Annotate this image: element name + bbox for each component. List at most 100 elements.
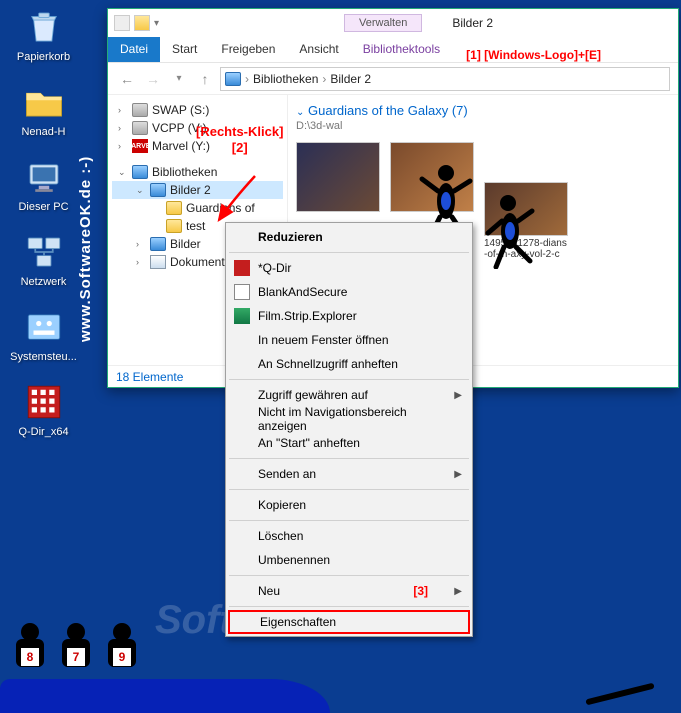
context-menu-item[interactable]: Nicht im Navigationsbereich anzeigen — [228, 407, 470, 431]
tab-file[interactable]: Datei — [108, 37, 160, 62]
nav-back-button[interactable]: ← — [116, 68, 138, 90]
annotation-1: [1] [Windows-Logo]+[E] — [452, 48, 601, 62]
context-menu-item[interactable]: Kopieren — [228, 493, 470, 517]
chevron-down-icon[interactable]: ⌄ — [118, 167, 128, 178]
address-bar[interactable]: › Bibliotheken › Bilder 2 — [220, 67, 670, 91]
breadcrumb-root[interactable]: Bibliotheken — [253, 72, 318, 86]
qat-button[interactable] — [114, 15, 130, 31]
tree-item-libraries[interactable]: ⌄ Bibliotheken — [112, 163, 283, 181]
context-menu-label: Nicht im Navigationsbereich anzeigen — [258, 405, 444, 433]
ribbon-tabs: Datei Start Freigeben Ansicht Bibliothek… — [108, 37, 678, 63]
desktop-icon-control-panel[interactable]: Systemsteu... — [6, 306, 81, 363]
library-icon — [150, 183, 166, 197]
chevron-right-icon[interactable]: › — [136, 257, 146, 267]
tree-item-folder[interactable]: Guardians of — [112, 199, 283, 217]
juror-score: 8 — [20, 647, 40, 667]
context-menu-item[interactable]: Eigenschaften — [228, 610, 470, 634]
tree-label: Dokumente — [170, 255, 231, 269]
tab-view[interactable]: Ansicht — [287, 37, 350, 62]
context-menu-item[interactable]: Senden an▶ — [228, 462, 470, 486]
tab-start[interactable]: Start — [160, 37, 209, 62]
chevron-right-icon[interactable]: › — [118, 123, 128, 133]
nav-up-button[interactable]: ↑ — [194, 68, 216, 90]
desktop-icon-this-pc[interactable]: Dieser PC — [6, 156, 81, 213]
context-menu-separator — [229, 575, 469, 576]
context-menu-label: Kopieren — [258, 498, 306, 512]
context-menu-label: *Q-Dir — [258, 261, 291, 275]
tree-label: Bibliotheken — [152, 165, 217, 179]
juror-figure: 9 — [100, 623, 144, 683]
desktop-label: Dieser PC — [18, 201, 68, 213]
film-icon — [234, 308, 250, 324]
context-menu-item[interactable]: In neuem Fenster öffnen — [228, 328, 470, 352]
breadcrumb-separator-icon: › — [245, 72, 249, 86]
tree-item-drive[interactable]: ›SWAP (S:) — [112, 101, 283, 119]
group-header[interactable]: ⌄ Guardians of the Galaxy (7) — [296, 103, 670, 118]
library-icon — [225, 72, 241, 86]
ribbon-contextual-tab[interactable]: Verwalten — [344, 14, 422, 32]
annotation-2-line2: [2] — [196, 140, 283, 156]
drive-icon — [132, 103, 148, 117]
desktop-label: Netzwerk — [21, 276, 67, 288]
context-menu-item[interactable]: Reduzieren — [228, 225, 470, 249]
document-icon — [150, 255, 166, 269]
thumbnail-image — [296, 142, 380, 212]
context-menu: Reduzieren *Q-Dir BlankAndSecure Film.Strip… — [225, 222, 473, 637]
juror-score: 7 — [66, 647, 86, 667]
submenu-arrow-icon: ▶ — [454, 390, 462, 401]
desktop-icon-recycle-bin[interactable]: Papierkorb — [6, 6, 81, 63]
nav-recent-button[interactable]: ▾ — [168, 68, 190, 90]
context-menu-separator — [229, 458, 469, 459]
desktop-icon-qdir[interactable]: Q-Dir_x64 — [6, 381, 81, 438]
desktop-icon-user-folder[interactable]: Nenad-H — [6, 81, 81, 138]
context-menu-label: In neuem Fenster öffnen — [258, 333, 389, 347]
context-menu-label: BlankAndSecure — [258, 285, 347, 299]
watermark-text: www.SoftwareOK.de :-) — [77, 12, 97, 342]
qat-button[interactable] — [134, 15, 150, 31]
network-icon — [23, 231, 65, 273]
desktop-label: Q-Dir_x64 — [18, 426, 68, 438]
qdir-icon — [23, 381, 65, 423]
library-icon — [132, 165, 148, 179]
pc-icon — [23, 156, 65, 198]
tree-item-bilder2[interactable]: ⌄ Bilder 2 — [112, 181, 283, 199]
context-menu-label: An "Start" anheften — [258, 436, 360, 450]
context-menu-item[interactable]: An Schnellzugriff anheften — [228, 352, 470, 376]
context-menu-separator — [229, 606, 469, 607]
desktop-label: Papierkorb — [17, 51, 70, 63]
folder-icon — [166, 219, 182, 233]
context-menu-label: Umbenennen — [258, 553, 330, 567]
library-icon — [150, 237, 166, 251]
title-bar[interactable]: ▾ Verwalten Bilder 2 — [108, 9, 678, 37]
juror-figure: 8 — [8, 623, 52, 683]
context-menu-item[interactable]: Löschen — [228, 524, 470, 548]
context-menu-label: Zugriff gewähren auf — [258, 388, 368, 402]
juror-figure: 7 — [54, 623, 98, 683]
context-menu-item[interactable]: Zugriff gewähren auf ▶ — [228, 383, 470, 407]
context-menu-item[interactable]: *Q-Dir — [228, 256, 470, 280]
context-menu-label: Senden an — [258, 467, 316, 481]
chevron-right-icon[interactable]: › — [136, 239, 146, 249]
tree-label: Bilder 2 — [170, 183, 211, 197]
context-menu-separator — [229, 252, 469, 253]
control-panel-icon — [23, 306, 65, 348]
context-menu-item[interactable]: BlankAndSecure — [228, 280, 470, 304]
chevron-down-icon[interactable]: ⌄ — [136, 185, 146, 196]
drive-icon — [132, 121, 148, 135]
context-menu-item[interactable]: Film.Strip.Explorer — [228, 304, 470, 328]
desktop-icons-area: Papierkorb Nenad-H Dieser PC Netzwerk Sy… — [6, 6, 81, 456]
context-menu-separator — [229, 489, 469, 490]
desktop-icon-network[interactable]: Netzwerk — [6, 231, 81, 288]
blank-icon — [234, 284, 250, 300]
context-menu-item[interactable]: An "Start" anheften — [228, 431, 470, 455]
folder-icon — [166, 201, 182, 215]
tab-library-tools[interactable]: Bibliothektools — [351, 37, 452, 62]
nav-forward-button[interactable]: → — [142, 68, 164, 90]
quick-access-toolbar: ▾ — [108, 15, 159, 31]
context-menu-item[interactable]: Neu▶[3] — [228, 579, 470, 603]
status-item-count: 18 Elemente — [116, 370, 183, 384]
context-menu-item[interactable]: Umbenennen — [228, 548, 470, 572]
chevron-right-icon[interactable]: › — [118, 105, 128, 115]
tab-share[interactable]: Freigeben — [209, 37, 287, 62]
breadcrumb-current[interactable]: Bilder 2 — [330, 72, 371, 86]
